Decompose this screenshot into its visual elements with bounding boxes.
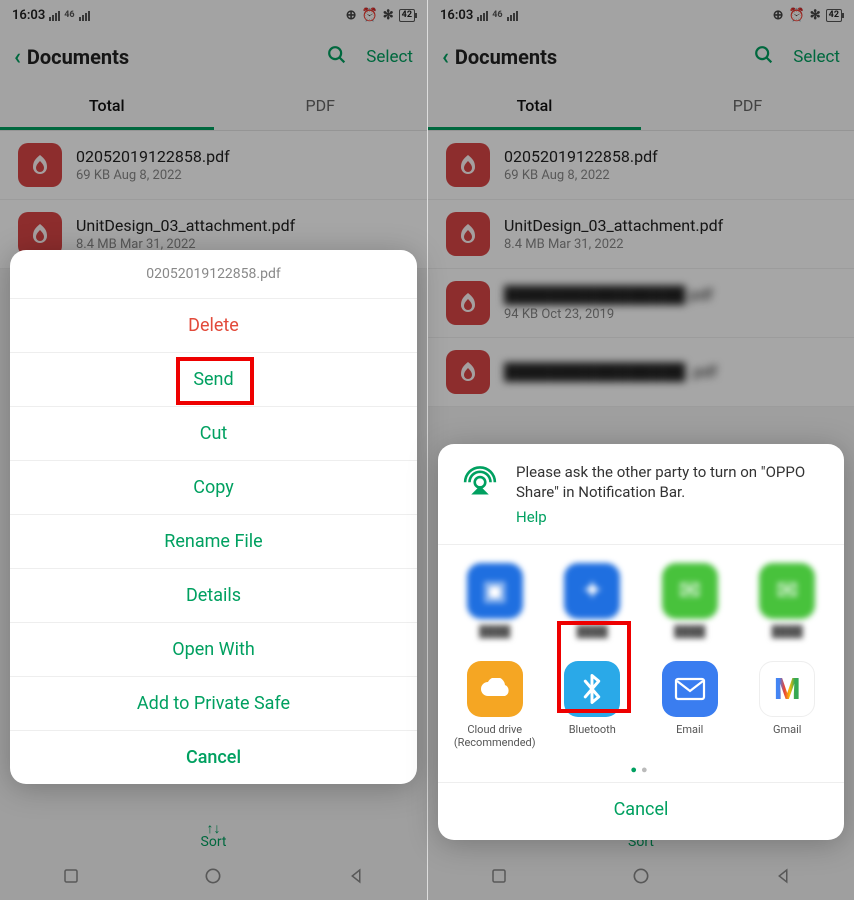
app-label: ████ xyxy=(674,625,705,638)
share-app-grid: ▣ ████ ✦ ████ ✉ ████ ✉ ████ Cloud drive … xyxy=(438,545,844,757)
cloud-icon xyxy=(467,661,523,717)
ctx-send[interactable]: Send xyxy=(10,353,417,407)
share-app[interactable]: ✉ ████ xyxy=(739,559,837,651)
help-link[interactable]: Help xyxy=(516,508,547,526)
ctx-delete[interactable]: Delete xyxy=(10,299,417,353)
ctx-cut[interactable]: Cut xyxy=(10,407,417,461)
share-app[interactable]: ✉ ████ xyxy=(641,559,739,651)
app-icon: ✦ xyxy=(564,563,620,619)
app-label: Cloud drive (Recommended) xyxy=(446,723,544,749)
email-icon xyxy=(662,661,718,717)
share-cancel[interactable]: Cancel xyxy=(438,782,844,836)
share-app-cloud[interactable]: Cloud drive (Recommended) xyxy=(446,657,544,753)
ctx-copy[interactable]: Copy xyxy=(10,461,417,515)
app-label: Bluetooth xyxy=(569,723,616,736)
share-app-bluetooth[interactable]: Bluetooth xyxy=(544,657,642,753)
pager: ●● xyxy=(438,757,844,782)
app-icon: ▣ xyxy=(467,563,523,619)
share-app[interactable]: ▣ ████ xyxy=(446,559,544,651)
context-menu: 02052019122858.pdf Delete Send Cut Copy … xyxy=(10,250,417,784)
share-message: Please ask the other party to turn on "O… xyxy=(516,462,824,503)
app-label: ████ xyxy=(772,625,803,638)
ctx-private-safe[interactable]: Add to Private Safe xyxy=(10,677,417,731)
bluetooth-icon xyxy=(564,661,620,717)
app-label: Email xyxy=(676,723,703,736)
ctx-open-with[interactable]: Open With xyxy=(10,623,417,677)
app-label: Gmail xyxy=(773,723,801,736)
ctx-rename[interactable]: Rename File xyxy=(10,515,417,569)
context-title: 02052019122858.pdf xyxy=(10,250,417,299)
gmail-icon: M xyxy=(759,661,815,717)
share-app-email[interactable]: Email xyxy=(641,657,739,753)
app-label: ████ xyxy=(577,625,608,638)
share-sheet: Please ask the other party to turn on "O… xyxy=(438,444,844,841)
ctx-details[interactable]: Details xyxy=(10,569,417,623)
app-label: ████ xyxy=(479,625,510,638)
wechat-icon: ✉ xyxy=(759,563,815,619)
wechat-icon: ✉ xyxy=(662,563,718,619)
share-app-gmail[interactable]: M Gmail xyxy=(739,657,837,753)
oppo-share-icon xyxy=(458,462,502,506)
share-app[interactable]: ✦ ████ xyxy=(544,559,642,651)
ctx-cancel[interactable]: Cancel xyxy=(10,731,417,784)
